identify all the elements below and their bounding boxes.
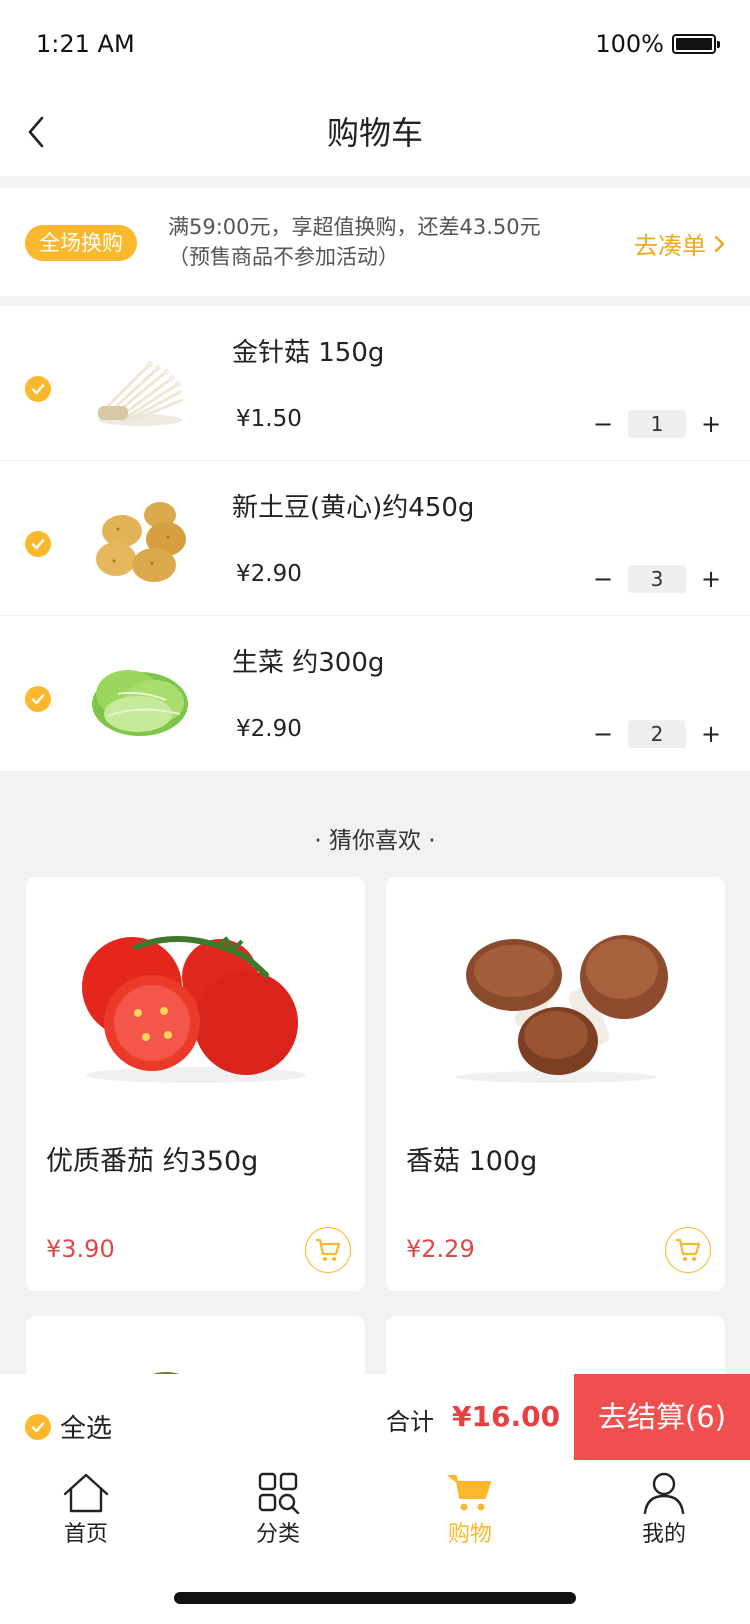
cart-list: 金针菇 150g ¥1.50 − 1 + 新土豆(黄心)约450g ¥2.90 … [0, 306, 750, 771]
home-indicator [174, 1592, 576, 1604]
decrease-button[interactable]: − [588, 410, 618, 438]
quantity-value[interactable]: 1 [628, 410, 686, 438]
checkout-button[interactable]: 去结算(6) [574, 1374, 750, 1460]
tab-shopping[interactable]: 购物 [420, 1472, 520, 1548]
product-price: ¥2.29 [406, 1235, 475, 1263]
cart-item: 新土豆(黄心)约450g ¥2.90 − 3 + [0, 461, 750, 616]
promo-banner: 全场换购 满59:00元，享超值换购，还差43.50元 （预售商品不参加活动） … [0, 188, 750, 296]
product-price: ¥3.90 [46, 1235, 115, 1263]
promo-badge: 全场换购 [25, 225, 137, 261]
tab-category[interactable]: 分类 [228, 1472, 328, 1548]
select-all-checkbox[interactable] [25, 1414, 51, 1440]
increase-button[interactable]: + [696, 565, 726, 593]
increase-button[interactable]: + [696, 720, 726, 748]
item-name: 生菜 约300g [232, 648, 385, 678]
tab-label: 购物 [447, 1522, 492, 1547]
quantity-stepper: − 3 + [588, 565, 726, 593]
status-bar: 1:21 AM 100% [0, 0, 750, 90]
tab-profile[interactable]: 我的 [614, 1472, 714, 1548]
tab-label: 我的 [641, 1522, 686, 1547]
nav-bar: 购物车 [0, 90, 750, 176]
item-checkbox[interactable] [25, 376, 51, 402]
cart-icon [448, 1475, 491, 1511]
cart-icon [316, 1238, 341, 1261]
quantity-value[interactable]: 2 [628, 720, 686, 748]
home-icon [63, 1473, 109, 1513]
product-card[interactable]: 香菇 100g ¥2.29 [386, 877, 725, 1291]
quantity-value[interactable]: 3 [628, 565, 686, 593]
enoki-mushroom-image [98, 361, 184, 426]
check-icon [31, 694, 45, 705]
item-price: ¥1.50 [236, 406, 302, 432]
add-on-link[interactable]: 去凑单 [634, 226, 726, 261]
tab-label: 首页 [63, 1522, 108, 1547]
status-right: 100% [595, 30, 720, 58]
total-value: ¥16.00 [452, 1400, 561, 1433]
category-icon [258, 1472, 300, 1514]
product-name: 香菇 100g [406, 1146, 538, 1177]
promo-line-1: 满59:00元，享超值换购，还差43.50元 [168, 215, 541, 239]
add-to-cart-button[interactable] [305, 1227, 351, 1273]
item-checkbox[interactable] [25, 531, 51, 557]
recommend-title: · 猜你喜欢 · [314, 828, 436, 854]
cart-item: 金针菇 150g ¥1.50 − 1 + [0, 306, 750, 461]
tab-label: 分类 [255, 1522, 300, 1547]
battery-icon [672, 34, 720, 54]
item-name: 新土豆(黄心)约450g [232, 493, 475, 523]
checkout-bar: 全选 合计 ¥16.00 去结算(6) [0, 1374, 750, 1460]
quantity-stepper: − 1 + [588, 410, 726, 438]
promo-line-2: （预售商品不参加活动） [168, 245, 399, 269]
tomato-image [82, 936, 306, 1083]
user-icon [643, 1472, 685, 1514]
quantity-stepper: − 2 + [588, 720, 726, 748]
battery-percent: 100% [595, 30, 664, 58]
check-icon [31, 1422, 45, 1433]
page-title: 购物车 [326, 114, 423, 152]
check-icon [31, 384, 45, 395]
tab-home[interactable]: 首页 [36, 1472, 136, 1548]
add-to-cart-button[interactable] [665, 1227, 711, 1273]
status-time: 1:21 AM [36, 30, 135, 58]
cart-icon [676, 1238, 701, 1261]
decrease-button[interactable]: − [588, 565, 618, 593]
product-name: 优质番茄 约350g [46, 1146, 259, 1177]
increase-button[interactable]: + [696, 410, 726, 438]
promo-text: 满59:00元，享超值换购，还差43.50元 （预售商品不参加活动） [168, 212, 541, 272]
decrease-button[interactable]: − [588, 720, 618, 748]
item-price: ¥2.90 [236, 561, 302, 587]
check-icon [31, 539, 45, 550]
select-all-label[interactable]: 全选 [60, 1408, 112, 1445]
item-name: 金针菇 150g [232, 338, 385, 368]
product-card[interactable]: 优质番茄 约350g ¥3.90 [26, 877, 365, 1291]
potato-image [96, 502, 186, 582]
total-label: 合计 [386, 1408, 434, 1436]
tab-bar: 首页 分类 购物 我的 [0, 1460, 750, 1624]
cart-item: 生菜 约300g ¥2.90 − 2 + [0, 616, 750, 771]
item-price: ¥2.90 [236, 716, 302, 742]
chevron-right-icon [714, 235, 725, 252]
add-on-label: 去凑单 [634, 232, 706, 260]
shiitake-mushroom-image [456, 935, 668, 1083]
item-checkbox[interactable] [25, 686, 51, 712]
lettuce-image [92, 670, 188, 736]
